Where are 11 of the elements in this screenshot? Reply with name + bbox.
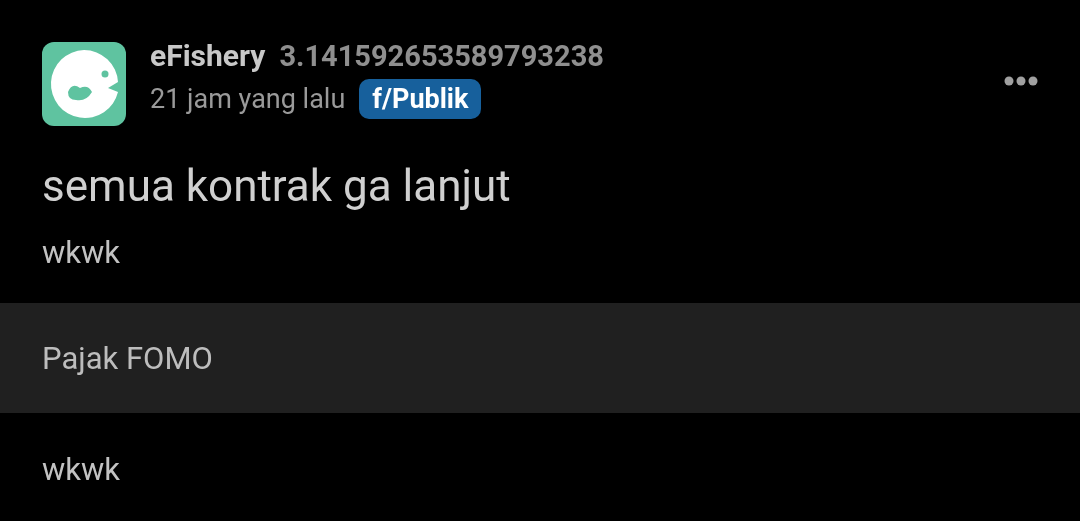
community-badge[interactable]: f/Publik	[359, 79, 482, 119]
post-body: wkwk	[42, 451, 121, 488]
post-time: 21 jam yang lalu	[150, 83, 346, 115]
linked-post-bar[interactable]: Pajak FOMO	[0, 303, 1080, 413]
author-name[interactable]: eFishery	[150, 38, 266, 73]
fish-logo-icon	[42, 42, 126, 126]
post-title: semua kontrak ga lanjut	[42, 160, 512, 212]
author-score: 3.141592653589793238	[279, 39, 604, 73]
linked-post-title: Pajak FOMO	[42, 339, 213, 377]
post-body: wkwk	[42, 234, 121, 271]
more-icon[interactable]	[1004, 76, 1038, 86]
